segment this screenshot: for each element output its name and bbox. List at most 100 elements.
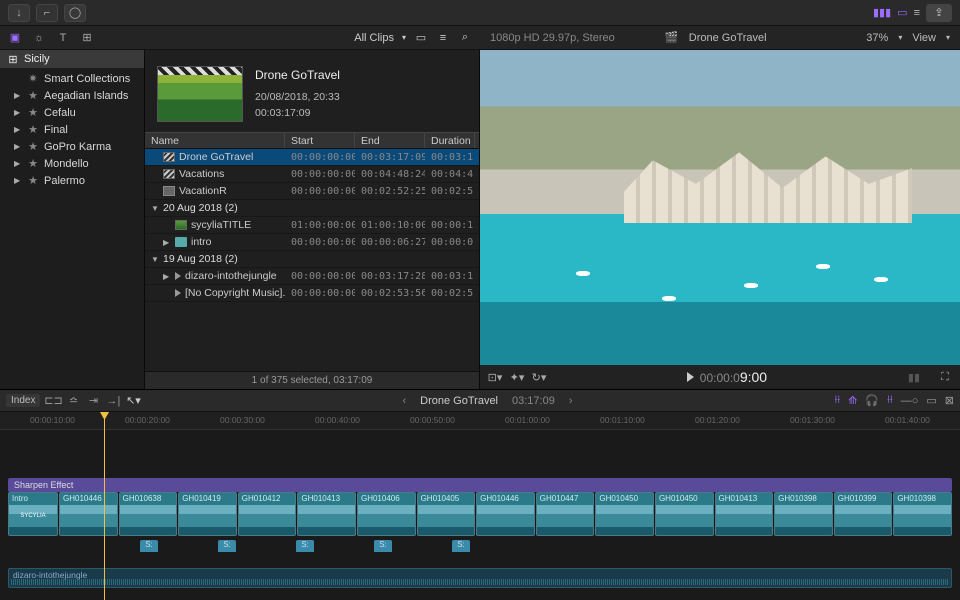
keyword-button[interactable]: ⌐: [36, 4, 58, 22]
retime-tool-icon[interactable]: ↻▾: [532, 370, 546, 384]
timeline-zoom-icon[interactable]: —○: [901, 395, 919, 407]
timeline[interactable]: 00:00:10:0000:00:20:0000:00:30:0000:00:4…: [0, 412, 960, 600]
disclosure-triangle-icon: ▶: [14, 91, 22, 100]
col-name[interactable]: Name: [145, 133, 285, 148]
table-row[interactable]: Vacations00:00:00:0000:04:48:2400:04:4: [145, 166, 479, 183]
box-icon: [163, 186, 175, 196]
clip-label: GH010399: [835, 493, 892, 505]
sidebar-item[interactable]: ▶★Final: [0, 121, 144, 138]
list-icon[interactable]: ≡: [436, 31, 450, 45]
next-edit-icon[interactable]: ›: [569, 395, 573, 407]
solo-icon[interactable]: 🎧: [865, 394, 879, 407]
fullscreen-icon[interactable]: ⛶: [938, 370, 952, 384]
table-row[interactable]: VacationR00:00:00:0000:02:52:2500:02:5: [145, 183, 479, 200]
clip-appearance-icon[interactable]: ▭: [926, 394, 936, 407]
table-row[interactable]: ▶dizaro-intothejungle00:00:00:0000:03:17…: [145, 268, 479, 285]
project-title: Drone GoTravel: [689, 32, 767, 44]
sidebar-item[interactable]: ▶★Cefalu: [0, 104, 144, 121]
timeline-clip[interactable]: GH010446: [476, 492, 535, 536]
timeline-clip[interactable]: GH010399: [834, 492, 893, 536]
table-group-row[interactable]: ▼19 Aug 2018 (2): [145, 251, 479, 268]
enhance-tool-icon[interactable]: ✦▾: [510, 370, 524, 384]
timeline-clip[interactable]: GH010450: [595, 492, 654, 536]
audio-track[interactable]: dizaro-intothejungle: [8, 568, 952, 588]
timeline-clip[interactable]: GH010413: [297, 492, 356, 536]
timeline-layout-icon[interactable]: ⊠: [945, 394, 954, 407]
insert-tool-icon[interactable]: ⇥: [86, 394, 100, 408]
sidebar-item[interactable]: ✷Smart Collections: [0, 70, 144, 87]
timeline-duration: 03:17:09: [512, 395, 555, 407]
arrow-tool-icon[interactable]: ↖▾: [126, 394, 140, 408]
skimming-icon[interactable]: ⟊⟊: [835, 394, 841, 407]
preview-thumbnail[interactable]: [157, 66, 243, 122]
zoom-percent[interactable]: 37%: [866, 32, 888, 44]
chevron-down-icon: ▾: [402, 33, 406, 42]
prev-edit-icon[interactable]: ‹: [402, 395, 406, 407]
timeline-clip[interactable]: GH010447: [536, 492, 595, 536]
crop-tool-icon[interactable]: ⊡▾: [488, 370, 502, 384]
bg-tasks-button[interactable]: ◯: [64, 4, 86, 22]
sidebar-item[interactable]: ▶★Palermo: [0, 172, 144, 189]
connect-tool-icon[interactable]: ≏: [66, 394, 80, 408]
index-button[interactable]: Index: [6, 394, 40, 407]
trim-tool-icon[interactable]: ⊏⊐: [46, 394, 60, 408]
timeline-clip[interactable]: GH010638: [119, 492, 178, 536]
timeline-clip[interactable]: GH010406: [357, 492, 416, 536]
sidebar-item[interactable]: ▶★GoPro Karma: [0, 138, 144, 155]
effect-clip[interactable]: Sharpen Effect: [8, 478, 952, 492]
timeline-clip[interactable]: GH010405: [417, 492, 476, 536]
timeline-marker[interactable]: S:: [296, 540, 314, 552]
audio-skimming-icon[interactable]: ⟰: [848, 394, 857, 407]
table-group-row[interactable]: ▼20 Aug 2018 (2): [145, 200, 479, 217]
col-end[interactable]: End: [355, 133, 425, 148]
sidebar-item[interactable]: ▶★Mondello: [0, 155, 144, 172]
filmstrip-icon[interactable]: ▭: [414, 31, 428, 45]
col-duration[interactable]: Duration: [425, 133, 475, 148]
timeline-clip[interactable]: IntroSYCYLIA: [8, 492, 58, 536]
clip-label: GH010413: [716, 493, 773, 505]
sidebar-item[interactable]: ▶★Aegadian Islands: [0, 87, 144, 104]
timeline-marker[interactable]: S:: [140, 540, 158, 552]
snapping-icon[interactable]: ⟊⟊: [887, 394, 893, 407]
layout-preset-1-icon[interactable]: ▮▮▮: [873, 6, 891, 19]
timeline-clip[interactable]: GH010450: [655, 492, 714, 536]
search-icon[interactable]: ⌕: [458, 31, 472, 45]
table-row[interactable]: [No Copyright Music]...00:00:00:0000:02:…: [145, 285, 479, 302]
photos-icon[interactable]: ☼: [32, 31, 46, 45]
sidebar-head[interactable]: ⊞ Sicily: [0, 50, 144, 68]
clip-label: GH010446: [60, 493, 117, 505]
timeline-ruler[interactable]: 00:00:10:0000:00:20:0000:00:30:0000:00:4…: [0, 412, 960, 430]
view-menu[interactable]: View: [912, 32, 936, 44]
share-button[interactable]: ⇪: [926, 4, 952, 22]
timeline-marker[interactable]: S:: [452, 540, 470, 552]
table-row[interactable]: Drone GoTravel00:00:00:0000:03:17:0900:0…: [145, 149, 479, 166]
col-start[interactable]: Start: [285, 133, 355, 148]
playhead[interactable]: [104, 412, 105, 600]
sidebar-item-label: Aegadian Islands: [44, 90, 128, 102]
timeline-marker[interactable]: S:: [218, 540, 236, 552]
clip-filter-label[interactable]: All Clips: [354, 32, 394, 44]
clip-end: 00:02:53:56: [355, 288, 425, 299]
play-button[interactable]: [687, 372, 694, 382]
video-track: IntroSYCYLIAGH010446GH010638GH010419GH01…: [0, 492, 960, 538]
append-tool-icon[interactable]: →|: [106, 394, 120, 408]
timeline-clip[interactable]: GH010398: [893, 492, 952, 536]
download-icon: ↓: [12, 6, 26, 20]
layout-preset-2-icon[interactable]: ▭: [897, 6, 907, 19]
generators-icon[interactable]: ⊞: [80, 31, 94, 45]
timeline-clip[interactable]: GH010413: [715, 492, 774, 536]
settings-icon[interactable]: ≡: [914, 7, 920, 19]
library-icon[interactable]: ▣: [8, 31, 22, 45]
timeline-clip[interactable]: GH010446: [59, 492, 118, 536]
table-row[interactable]: ▶intro00:00:00:0000:00:06:2700:00:0: [145, 234, 479, 251]
timeline-marker[interactable]: S:: [374, 540, 392, 552]
table-row[interactable]: sycyliaTITLE01:00:00:0001:00:10:0000:00:…: [145, 217, 479, 234]
viewer-canvas[interactable]: [480, 50, 960, 365]
clip-audio-wave: [239, 527, 296, 535]
clip-audio-wave: [716, 527, 773, 535]
import-button[interactable]: ↓: [8, 4, 30, 22]
timeline-clip[interactable]: GH010398: [774, 492, 833, 536]
timeline-clip[interactable]: GH010412: [238, 492, 297, 536]
titles-icon[interactable]: T: [56, 31, 70, 45]
timeline-clip[interactable]: GH010419: [178, 492, 237, 536]
